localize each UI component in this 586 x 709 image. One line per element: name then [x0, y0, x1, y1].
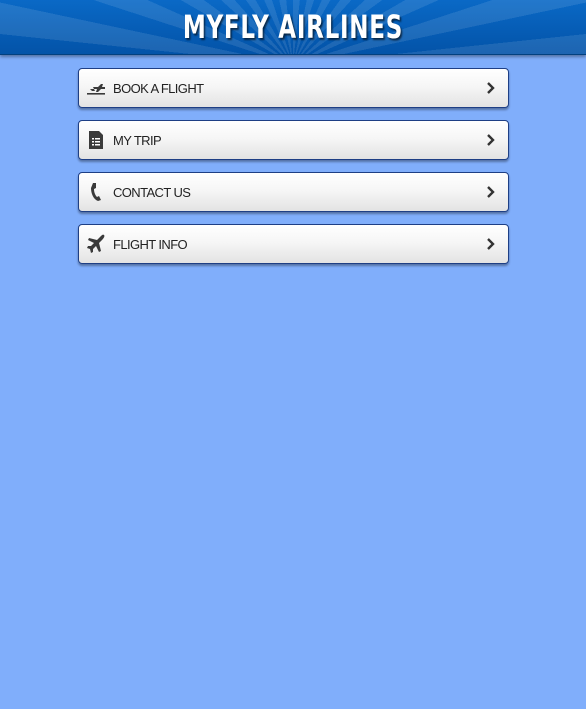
menu-item-contact-us[interactable]: CONTACT US — [78, 172, 509, 212]
menu-item-book-a-flight[interactable]: BOOK A FLIGHT — [78, 68, 509, 108]
main-menu: BOOK A FLIGHT MY TRIP CONTACT US FLIGHT … — [78, 68, 509, 276]
app-title: MYFLY AIRLINES — [182, 8, 404, 46]
menu-item-label: CONTACT US — [113, 184, 191, 200]
menu-item-flight-info[interactable]: FLIGHT INFO — [78, 224, 509, 264]
app-header: MYFLY AIRLINES — [0, 0, 586, 55]
plane-icon — [85, 233, 107, 255]
menu-item-my-trip[interactable]: MY TRIP — [78, 120, 509, 160]
plane-takeoff-icon — [85, 77, 107, 99]
phone-icon — [85, 181, 107, 203]
menu-item-label: BOOK A FLIGHT — [113, 80, 204, 96]
menu-item-label: FLIGHT INFO — [113, 236, 188, 252]
chevron-right-icon — [484, 133, 498, 147]
chevron-right-icon — [484, 81, 498, 95]
document-list-icon — [85, 129, 107, 151]
menu-item-label: MY TRIP — [113, 132, 162, 148]
chevron-right-icon — [484, 185, 498, 199]
chevron-right-icon — [484, 237, 498, 251]
